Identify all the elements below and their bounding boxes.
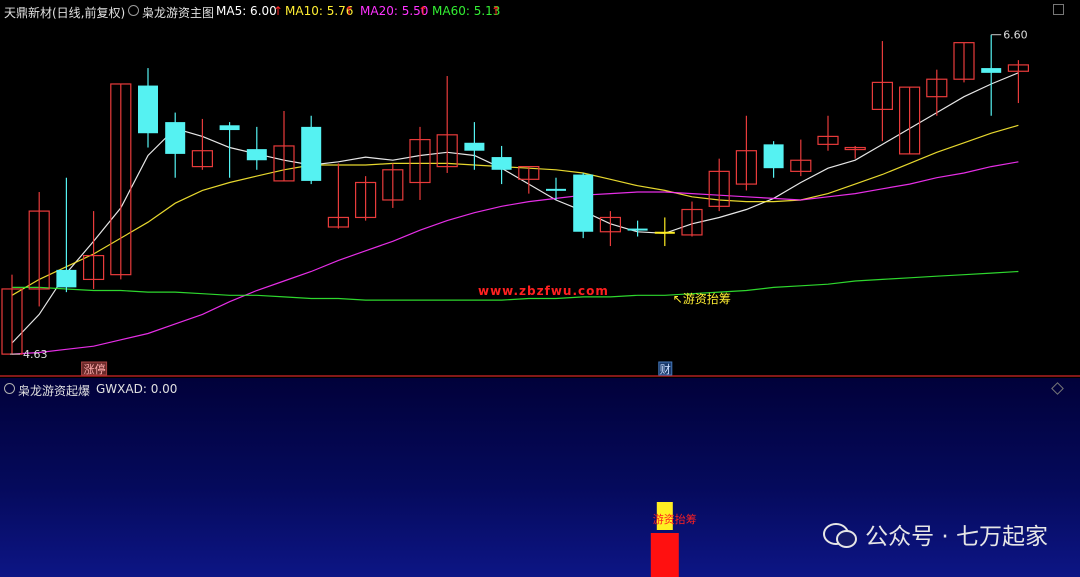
candle-body — [627, 228, 648, 231]
ma10-line — [11, 124, 1019, 296]
candle — [246, 126, 267, 170]
candle-body — [301, 126, 322, 181]
signal-bar-red — [650, 533, 679, 577]
candle — [191, 118, 213, 170]
candle — [681, 201, 703, 237]
candle — [56, 177, 77, 293]
candle — [355, 176, 377, 221]
candle — [599, 211, 622, 247]
candle-body — [56, 269, 77, 288]
sub-signal-label: 游资抬筹 — [653, 512, 697, 526]
candle — [735, 115, 758, 191]
candle — [327, 163, 349, 229]
candle — [1007, 60, 1030, 104]
watermark-text: 公众号 · 七万起家 — [865, 524, 1048, 550]
main-chart-panel[interactable]: 天鼎新材(日线,前复权) 枭龙游资主图 MA5: 6.00 MA10: 5.76… — [0, 0, 1080, 378]
candle — [627, 220, 648, 237]
candle — [165, 112, 186, 178]
candle-body — [546, 188, 566, 191]
candle — [871, 41, 894, 142]
candle — [763, 141, 784, 178]
candle — [436, 76, 458, 173]
candle — [898, 86, 921, 155]
ma20-line — [11, 161, 1019, 355]
candle-body — [981, 68, 1002, 73]
ma5-line — [11, 72, 1019, 344]
candle — [546, 177, 566, 200]
candle — [790, 139, 812, 177]
candle — [464, 122, 485, 170]
candle-body — [165, 122, 186, 154]
candle-body — [763, 144, 784, 169]
candle — [708, 158, 730, 212]
candle — [654, 217, 675, 247]
candle-body — [491, 157, 512, 170]
candle — [817, 115, 839, 151]
candle-body — [654, 231, 675, 234]
candle — [573, 172, 594, 239]
candlestick-chart: 6.60 4.63 涨停 财 ↖游资抬筹 www.zbzfwu.com — [0, 29, 1080, 377]
candle — [981, 34, 1002, 116]
candle — [953, 42, 975, 83]
candle-body — [219, 125, 240, 131]
high-price-label: 6.60 — [1003, 29, 1027, 42]
candle — [110, 83, 132, 280]
candle — [273, 110, 295, 182]
limit-up-tag-text: 涨停 — [84, 362, 106, 376]
candle — [28, 192, 50, 307]
candle-body — [138, 85, 158, 134]
candle-body — [246, 149, 267, 161]
wechat-icon — [823, 521, 858, 548]
candle — [219, 122, 240, 178]
candle-body — [573, 174, 594, 232]
candle — [491, 145, 512, 185]
sub-indicator-panel[interactable]: 枭龙游资起爆 GWXAD: 0.00 游资抬筹 公众号 · 七万起家 — [0, 378, 1080, 577]
finance-tag-text: 财 — [660, 362, 671, 376]
candle — [301, 115, 322, 185]
low-price-label: 4.63 — [23, 348, 48, 361]
candle — [138, 68, 158, 148]
candle — [382, 163, 404, 208]
hot-money-label: ↖游资抬筹 — [673, 292, 731, 306]
site-watermark: www.zbzfwu.com — [478, 284, 609, 298]
candle — [1, 274, 23, 355]
watermark: 公众号 · 七万起家 — [823, 517, 1048, 551]
candle-body — [464, 142, 485, 151]
